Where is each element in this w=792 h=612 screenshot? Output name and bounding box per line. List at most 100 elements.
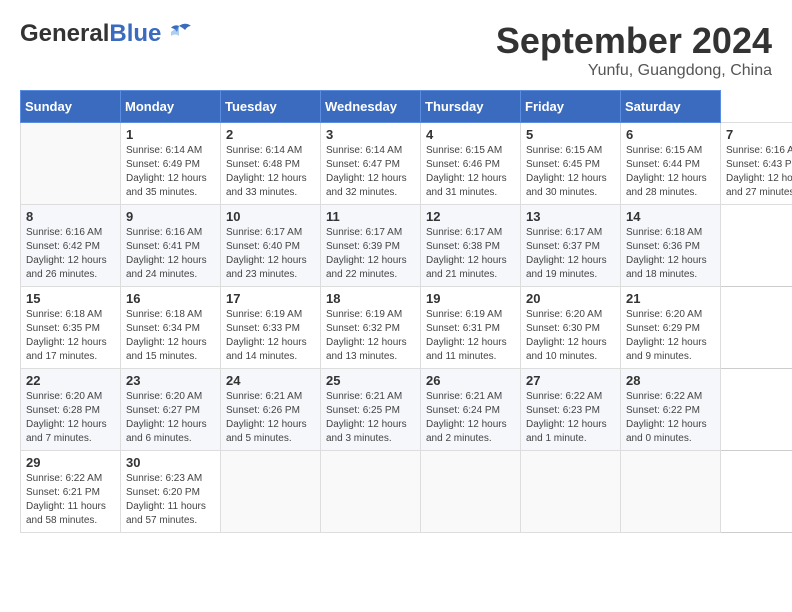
calendar-cell (421, 451, 521, 533)
calendar-cell: 27Sunrise: 6:22 AMSunset: 6:23 PMDayligh… (521, 369, 621, 451)
logo-general: General (20, 20, 109, 48)
weekday-header-sunday: Sunday (21, 91, 121, 123)
day-number: 26 (426, 373, 515, 388)
calendar-cell (21, 123, 121, 205)
calendar-cell (221, 451, 321, 533)
day-number: 14 (626, 209, 715, 224)
day-info: Sunrise: 6:14 AMSunset: 6:48 PMDaylight:… (226, 144, 315, 200)
day-number: 19 (426, 291, 515, 306)
day-number: 9 (126, 209, 215, 224)
calendar-cell: 18 Sunrise: 6:19 AMSunset: 6:32 PMDayligh… (321, 287, 421, 369)
day-info: Sunrise: 6:14 AMSunset: 6:49 PMDaylight:… (126, 144, 215, 200)
page-header: General Blue September 2024 Yunfu, Guang… (20, 20, 772, 80)
day-number: 18 (326, 291, 415, 306)
calendar-table: SundayMondayTuesdayWednesdayThursdayFrid… (20, 90, 792, 533)
day-info: Sunrise: 6:16 AMSunset: 6:41 PMDaylight:… (126, 226, 215, 282)
calendar-week-row: 29 Sunrise: 6:22 AMSunset: 6:21 PMDayligh… (21, 451, 792, 533)
calendar-cell: 19 Sunrise: 6:19 AMSunset: 6:31 PMDayligh… (421, 287, 521, 369)
day-number: 16 (126, 291, 215, 306)
day-number: 28 (626, 373, 715, 388)
calendar-cell: 13 Sunrise: 6:17 AMSunset: 6:37 PMDayligh… (521, 205, 621, 287)
day-number: 5 (526, 127, 615, 142)
location-subtitle: Yunfu, Guangdong, China (496, 62, 772, 80)
day-number: 15 (26, 291, 115, 306)
day-info: Sunrise: 6:18 AMSunset: 6:35 PMDaylight:… (26, 308, 115, 364)
calendar-cell: 12 Sunrise: 6:17 AMSunset: 6:38 PMDayligh… (421, 205, 521, 287)
day-number: 2 (226, 127, 315, 142)
day-info: Sunrise: 6:21 AMSunset: 6:25 PMDaylight:… (326, 390, 415, 446)
calendar-cell: 8Sunrise: 6:16 AMSunset: 6:42 PMDaylight… (21, 205, 121, 287)
day-number: 29 (26, 455, 115, 470)
calendar-cell: 23 Sunrise: 6:20 AMSunset: 6:27 PMDayligh… (121, 369, 221, 451)
calendar-cell: 2 Sunrise: 6:14 AMSunset: 6:48 PMDaylight… (221, 123, 321, 205)
day-number: 10 (226, 209, 315, 224)
calendar-cell: 7Sunrise: 6:16 AMSunset: 6:43 PMDaylight… (721, 123, 792, 205)
calendar-cell (321, 451, 421, 533)
calendar-cell: 10 Sunrise: 6:17 AMSunset: 6:40 PMDayligh… (221, 205, 321, 287)
day-info: Sunrise: 6:20 AMSunset: 6:28 PMDaylight:… (26, 390, 115, 446)
calendar-cell: 6 Sunrise: 6:15 AMSunset: 6:44 PMDaylight… (621, 123, 721, 205)
day-number: 7 (726, 127, 792, 142)
day-number: 8 (26, 209, 115, 224)
calendar-week-row: 1Sunrise: 6:14 AMSunset: 6:49 PMDaylight… (21, 123, 792, 205)
logo-blue: Blue (109, 20, 161, 48)
calendar-cell: 15 Sunrise: 6:18 AMSunset: 6:35 PMDayligh… (21, 287, 121, 369)
day-number: 24 (226, 373, 315, 388)
calendar-cell: 29 Sunrise: 6:22 AMSunset: 6:21 PMDayligh… (21, 451, 121, 533)
calendar-cell: 26 Sunrise: 6:21 AMSunset: 6:24 PMDayligh… (421, 369, 521, 451)
calendar-cell: 21Sunrise: 6:20 AMSunset: 6:29 PMDayligh… (621, 287, 721, 369)
calendar-cell: 22 Sunrise: 6:20 AMSunset: 6:28 PMDayligh… (21, 369, 121, 451)
day-info: Sunrise: 6:20 AMSunset: 6:27 PMDaylight:… (126, 390, 215, 446)
day-info: Sunrise: 6:20 AMSunset: 6:30 PMDaylight:… (526, 308, 615, 364)
day-number: 23 (126, 373, 215, 388)
day-info: Sunrise: 6:21 AMSunset: 6:26 PMDaylight:… (226, 390, 315, 446)
weekday-header-row: SundayMondayTuesdayWednesdayThursdayFrid… (21, 91, 792, 123)
bird-icon (165, 22, 193, 46)
day-number: 3 (326, 127, 415, 142)
calendar-cell: 3 Sunrise: 6:14 AMSunset: 6:47 PMDaylight… (321, 123, 421, 205)
calendar-cell: 16 Sunrise: 6:18 AMSunset: 6:34 PMDayligh… (121, 287, 221, 369)
day-number: 27 (526, 373, 615, 388)
calendar-week-row: 15 Sunrise: 6:18 AMSunset: 6:35 PMDayligh… (21, 287, 792, 369)
weekday-header-thursday: Thursday (421, 91, 521, 123)
month-title: September 2024 (496, 20, 772, 62)
day-info: Sunrise: 6:19 AMSunset: 6:33 PMDaylight:… (226, 308, 315, 364)
day-info: Sunrise: 6:15 AMSunset: 6:44 PMDaylight:… (626, 144, 715, 200)
calendar-cell: 11Sunrise: 6:17 AMSunset: 6:39 PMDayligh… (321, 205, 421, 287)
calendar-cell: 30Sunrise: 6:23 AMSunset: 6:20 PMDayligh… (121, 451, 221, 533)
day-number: 11 (326, 209, 415, 224)
day-info: Sunrise: 6:17 AMSunset: 6:37 PMDaylight:… (526, 226, 615, 282)
calendar-cell (521, 451, 621, 533)
day-info: Sunrise: 6:14 AMSunset: 6:47 PMDaylight:… (326, 144, 415, 200)
weekday-header-saturday: Saturday (621, 91, 721, 123)
weekday-header-tuesday: Tuesday (221, 91, 321, 123)
day-info: Sunrise: 6:18 AMSunset: 6:36 PMDaylight:… (626, 226, 715, 282)
day-info: Sunrise: 6:22 AMSunset: 6:21 PMDaylight:… (26, 472, 115, 528)
day-number: 13 (526, 209, 615, 224)
day-info: Sunrise: 6:17 AMSunset: 6:40 PMDaylight:… (226, 226, 315, 282)
day-info: Sunrise: 6:17 AMSunset: 6:38 PMDaylight:… (426, 226, 515, 282)
day-number: 20 (526, 291, 615, 306)
day-info: Sunrise: 6:18 AMSunset: 6:34 PMDaylight:… (126, 308, 215, 364)
logo: General Blue (20, 20, 193, 48)
calendar-cell: 5Sunrise: 6:15 AMSunset: 6:45 PMDaylight… (521, 123, 621, 205)
day-number: 25 (326, 373, 415, 388)
calendar-cell: 28 Sunrise: 6:22 AMSunset: 6:22 PMDayligh… (621, 369, 721, 451)
day-info: Sunrise: 6:19 AMSunset: 6:31 PMDaylight:… (426, 308, 515, 364)
day-number: 6 (626, 127, 715, 142)
calendar-cell: 25 Sunrise: 6:21 AMSunset: 6:25 PMDayligh… (321, 369, 421, 451)
day-number: 22 (26, 373, 115, 388)
calendar-cell: 17 Sunrise: 6:19 AMSunset: 6:33 PMDayligh… (221, 287, 321, 369)
day-info: Sunrise: 6:21 AMSunset: 6:24 PMDaylight:… (426, 390, 515, 446)
calendar-cell: 9 Sunrise: 6:16 AMSunset: 6:41 PMDaylight… (121, 205, 221, 287)
day-number: 4 (426, 127, 515, 142)
day-number: 12 (426, 209, 515, 224)
day-number: 17 (226, 291, 315, 306)
weekday-header-wednesday: Wednesday (321, 91, 421, 123)
calendar-week-row: 8Sunrise: 6:16 AMSunset: 6:42 PMDaylight… (21, 205, 792, 287)
day-number: 21 (626, 291, 715, 306)
day-info: Sunrise: 6:22 AMSunset: 6:22 PMDaylight:… (626, 390, 715, 446)
title-section: September 2024 Yunfu, Guangdong, China (496, 20, 772, 80)
day-info: Sunrise: 6:19 AMSunset: 6:32 PMDaylight:… (326, 308, 415, 364)
calendar-cell: 14 Sunrise: 6:18 AMSunset: 6:36 PMDayligh… (621, 205, 721, 287)
